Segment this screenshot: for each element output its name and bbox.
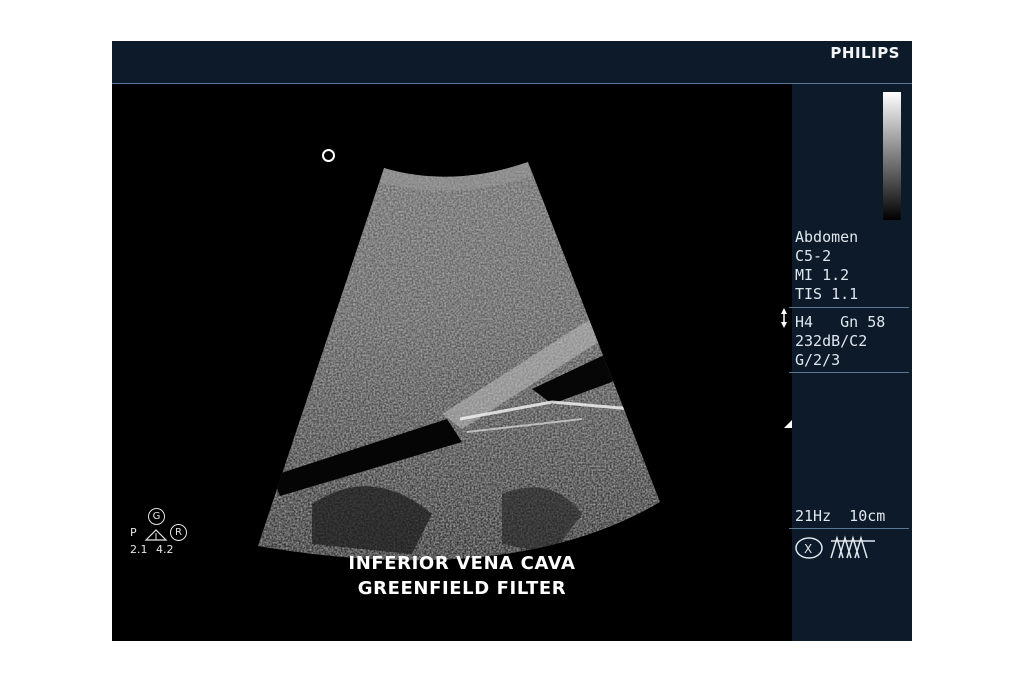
xres-multivue-icon: X (795, 535, 875, 559)
caption-line-1: INFERIOR VENA CAVA (348, 553, 576, 574)
r-marker-icon: R (170, 524, 187, 541)
mi-label: MI 1.2 (795, 266, 850, 284)
focus-depth-icon (781, 308, 787, 328)
focus-marker-icon (322, 149, 335, 162)
g-setting-label: G/2/3 (795, 351, 841, 369)
frame-depth-info: 21Hz 10cm (795, 507, 885, 526)
preset-label: Abdomen (795, 228, 859, 246)
value-left: 2.1 (130, 543, 148, 556)
preset-info: Abdomen C5-2 MI 1.2 TIS 1.1 (795, 228, 858, 304)
top-bar: PHILIPS (112, 41, 912, 84)
g-marker-icon: G (148, 508, 165, 525)
p-label: P (130, 526, 137, 539)
caption-line-2: GREENFIELD FILTER (357, 578, 567, 599)
divider (789, 307, 909, 308)
divider (789, 528, 909, 529)
divider (789, 372, 909, 373)
svg-text:X: X (804, 542, 812, 556)
harmonic-gain-label: H4 Gn 58 (795, 313, 886, 331)
image-caption: INFERIOR VENA CAVA GREENFIELD FILTER (282, 551, 642, 601)
grayscale-bar (883, 92, 901, 220)
frame-depth-label: 21Hz 10cm (795, 507, 886, 525)
transducer-label: C5-2 (795, 247, 832, 265)
probe-triangle-icon (144, 529, 168, 541)
brand-logo: PHILIPS (830, 44, 900, 62)
ultrasound-screen: PHILIPS Abdomen C5-2 MI 1.2 TIS 1.1 H4 G… (112, 41, 912, 641)
value-right: 4.2 (156, 543, 174, 556)
image-settings: H4 Gn 58 232dB/C2 G/2/3 (795, 313, 885, 370)
side-marker-icon (784, 420, 792, 428)
orientation-indicator: G R P 2.1 4.2 (126, 506, 206, 566)
dynamic-range-label: 232dB/C2 (795, 332, 868, 350)
tis-label: TIS 1.1 (795, 285, 859, 303)
